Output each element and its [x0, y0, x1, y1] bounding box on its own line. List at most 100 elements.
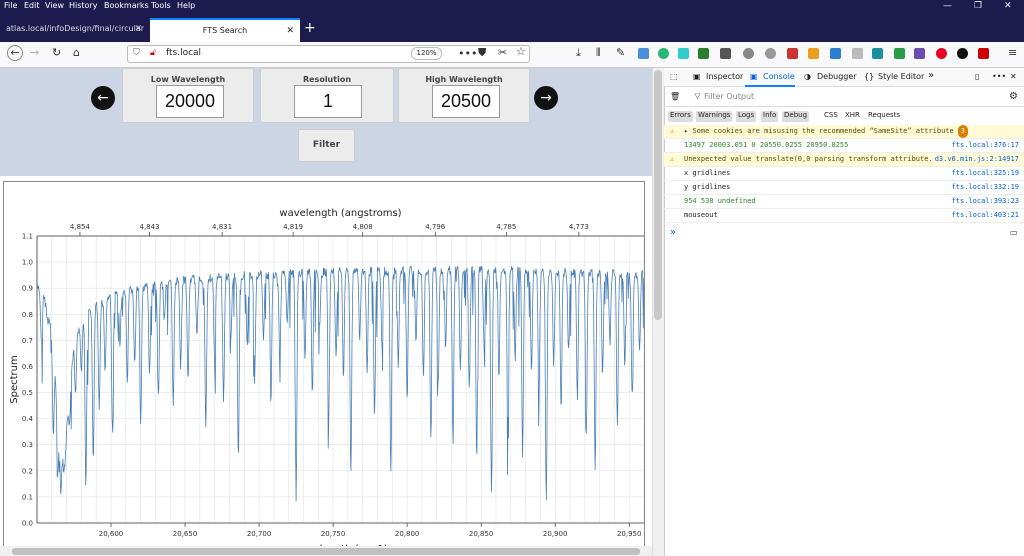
bookmark-star-icon[interactable]: ☆	[516, 45, 526, 58]
back-icon[interactable]: ←	[7, 45, 23, 61]
extension-icon[interactable]	[894, 48, 905, 59]
extension-icon[interactable]	[638, 48, 649, 59]
console-message[interactable]: 13497 20003.051 0 20550.0255 20950.0255 …	[664, 139, 1024, 153]
level-warnings[interactable]: Warnings	[696, 111, 733, 122]
extension-icon[interactable]	[698, 48, 709, 59]
more-tabs-icon[interactable]: »	[928, 70, 934, 81]
message-text: 13497 20003.051 0 20550.0255 20950.0255	[684, 141, 849, 149]
close-window-icon[interactable]: ✕	[1004, 1, 1012, 11]
minimize-icon[interactable]: —	[943, 1, 952, 11]
insecure-lock-icon[interactable]: 🔓︎	[150, 48, 156, 58]
tab-atlas[interactable]: atlas.local/infoDesign/final/circular ✕	[0, 18, 148, 42]
console-message[interactable]: y gridlines fts.local:332:19	[664, 181, 1024, 195]
style-editor-icon: {}	[864, 72, 875, 81]
message-source-link[interactable]: fts.local:393:23	[952, 195, 1019, 208]
menu-bookmarks[interactable]: Bookmarks	[104, 1, 149, 10]
menu-hamburger-icon[interactable]: ≡	[1008, 46, 1017, 59]
zoom-level[interactable]: 120%	[411, 47, 442, 60]
scrollbar-thumb[interactable]	[654, 70, 662, 320]
spectrum-svg[interactable]: 0.0 0.1 0.2 0.3 0.4 0.5 0.6 0.7 0.8 0.9 1.0 1.1 20,6…	[4, 182, 645, 556]
extension-icon[interactable]	[678, 48, 689, 59]
low-wavelength-input[interactable]	[156, 85, 224, 118]
eyedropper-icon[interactable]: ✎	[616, 46, 625, 59]
message-source-link[interactable]: fts.local:403:21	[952, 209, 1019, 222]
extension-icon[interactable]	[852, 48, 863, 59]
pinterest-icon[interactable]	[936, 48, 947, 59]
y-tick-label: 0.9	[22, 285, 33, 293]
level-requests[interactable]: Requests	[866, 111, 902, 122]
resolution-input[interactable]	[294, 85, 362, 118]
console-message[interactable]: ⚠ ▸ Some cookies are misusing the recomm…	[664, 125, 1024, 139]
extension-icon[interactable]	[658, 48, 669, 59]
console-filter-input[interactable]: Filter Output	[704, 92, 754, 101]
next-arrow-button[interactable]: →	[534, 86, 558, 110]
tab-title: atlas.local/infoDesign/final/circular	[6, 24, 145, 33]
console-message[interactable]: ⚠ Unexpected value translate(0,0 parsing…	[664, 153, 1024, 167]
new-tab-icon[interactable]: +	[304, 20, 316, 36]
reload-icon[interactable]: ↻	[52, 46, 61, 59]
dock-icon[interactable]: ▯	[975, 72, 979, 81]
split-console-icon[interactable]: ▭	[1010, 228, 1018, 237]
menu-file[interactable]: File	[4, 1, 17, 10]
level-debug[interactable]: Debug	[782, 111, 810, 122]
tab-style-editor[interactable]: Style Editor	[878, 72, 924, 81]
extension-icon[interactable]	[743, 48, 754, 59]
close-tab-icon[interactable]: ✕	[134, 24, 142, 34]
x-tick-label: 20,950	[617, 530, 642, 538]
restore-icon[interactable]: ❐	[974, 1, 982, 11]
close-tab-icon[interactable]: ✕	[286, 26, 294, 36]
menu-view[interactable]: View	[45, 1, 64, 10]
extension-icon[interactable]	[765, 48, 776, 59]
home-icon[interactable]: ⌂	[73, 46, 80, 59]
prev-arrow-button[interactable]: ←	[91, 86, 115, 110]
high-wavelength-input[interactable]	[432, 85, 500, 118]
y-tick-label: 0.4	[22, 415, 34, 423]
console-message[interactable]: x gridlines fts.local:325:19	[664, 167, 1024, 181]
close-devtools-icon[interactable]: ✕	[1010, 72, 1017, 81]
settings-gear-icon[interactable]: ⚙	[1009, 91, 1018, 102]
level-errors[interactable]: Errors	[668, 111, 693, 122]
filter-button[interactable]: Filter	[298, 129, 355, 162]
level-info[interactable]: Info	[761, 111, 779, 122]
url-text[interactable]: fts.local	[166, 48, 201, 58]
message-source-link[interactable]: fts.local:332:19	[952, 181, 1019, 194]
extension-icon[interactable]	[787, 48, 798, 59]
forward-icon[interactable]: →	[30, 46, 39, 59]
menu-history[interactable]: History	[69, 1, 97, 10]
trash-icon[interactable]: 🗑︎	[670, 92, 680, 101]
console-message[interactable]: 954 538 undefined fts.local:393:23	[664, 195, 1024, 209]
extension-icon[interactable]	[720, 48, 731, 59]
level-css[interactable]: CSS	[822, 111, 840, 122]
library-icon[interactable]: ⫴	[596, 46, 601, 60]
extension-icon[interactable]	[830, 48, 841, 59]
message-source-link[interactable]: fts.local:376:17	[952, 139, 1019, 152]
message-text: x gridlines	[684, 169, 731, 177]
extension-icon[interactable]	[914, 48, 925, 59]
menu-edit[interactable]: Edit	[24, 1, 40, 10]
top-tick-label: 4,843	[139, 223, 159, 231]
menu-help[interactable]: Help	[177, 1, 195, 10]
message-source-link[interactable]: fts.local:325:19	[952, 167, 1019, 180]
level-logs[interactable]: Logs	[736, 111, 757, 122]
pick-element-icon[interactable]: ⬚	[670, 72, 678, 81]
tab-debugger[interactable]: Debugger	[817, 72, 857, 81]
tab-inspector[interactable]: Inspector	[706, 72, 743, 81]
extension-icon[interactable]	[957, 48, 968, 59]
pocket-icon[interactable]: ⛊	[478, 46, 486, 60]
page-actions-icon[interactable]: •••	[458, 47, 477, 60]
screenshot-icon[interactable]: ✂	[498, 46, 507, 59]
menu-tools[interactable]: Tools	[151, 1, 171, 10]
downloads-icon[interactable]: ⤓	[576, 46, 581, 60]
message-source-link[interactable]: d3.v6.min.js:2:14917	[935, 153, 1019, 166]
extension-icon[interactable]	[872, 48, 883, 59]
pdf-icon[interactable]	[978, 48, 989, 59]
shield-icon[interactable]: ⛉	[133, 48, 140, 58]
tab-console[interactable]: Console	[763, 72, 795, 81]
console-prompt-icon[interactable]: »	[670, 227, 676, 238]
options-icon[interactable]: •••	[992, 72, 1006, 81]
level-xhr[interactable]: XHR	[843, 111, 862, 122]
scrollbar-thumb[interactable]	[12, 548, 640, 555]
extension-icon[interactable]	[808, 48, 819, 59]
tab-fts-search[interactable]: FTS Search ✕	[150, 18, 300, 42]
console-message[interactable]: mouseout fts.local:403:21	[664, 209, 1024, 223]
